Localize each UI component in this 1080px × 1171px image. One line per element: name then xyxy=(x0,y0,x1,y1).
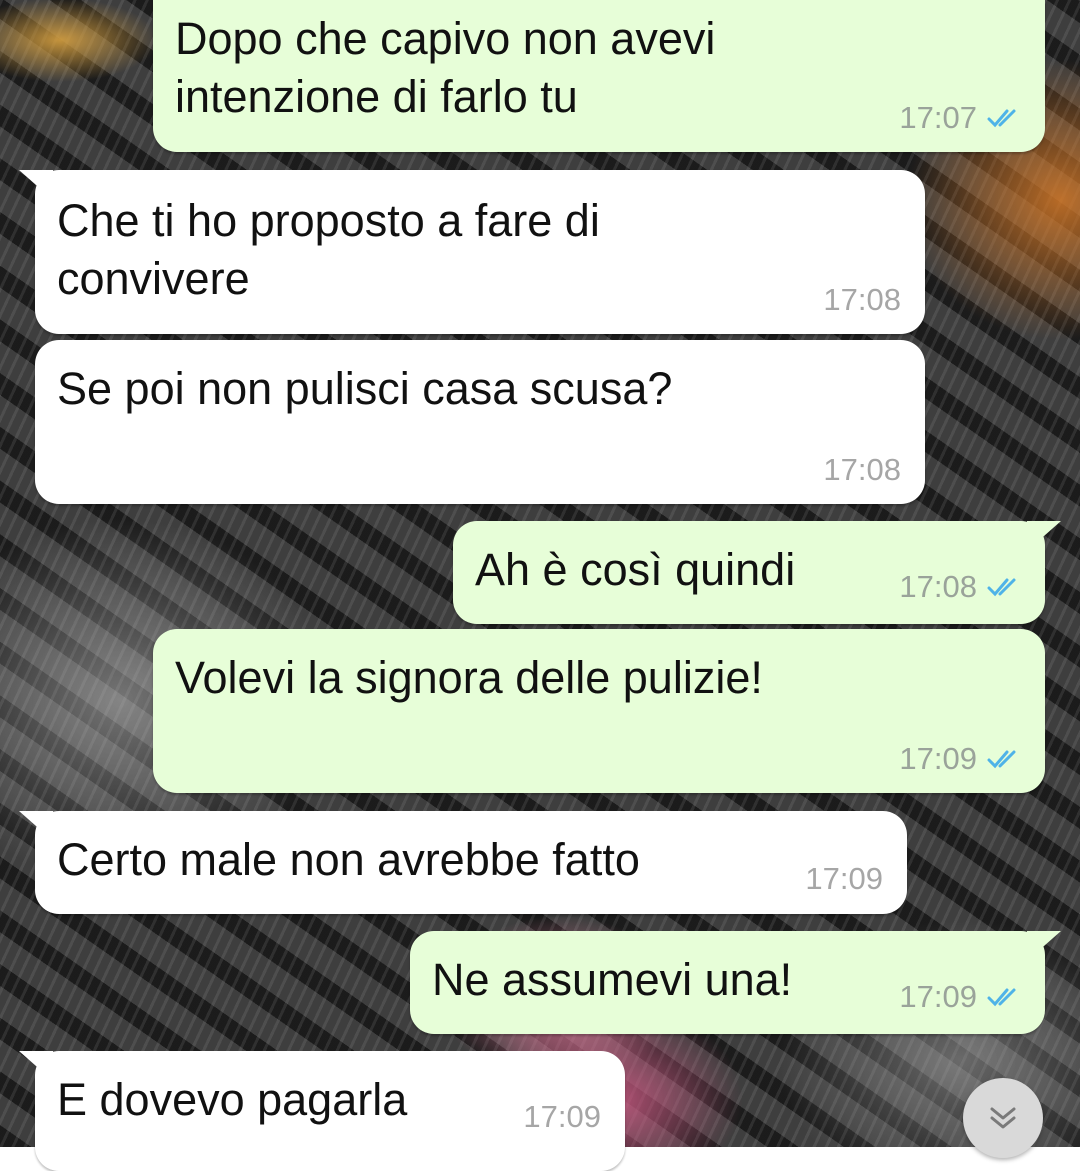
message-text: Ne assumevi una! xyxy=(432,954,793,1005)
message-text: Dopo che capivo non avevi intenzione di … xyxy=(175,13,716,122)
message-meta: 17:09 xyxy=(805,861,883,897)
message-text: Se poi non pulisci casa scusa? xyxy=(57,363,673,414)
message-bubble-outgoing[interactable]: Ne assumevi una! 17:09 xyxy=(410,931,1061,1034)
message-time: 17:08 xyxy=(899,569,977,604)
message-meta: 17:09 xyxy=(523,1099,601,1135)
message-time: 17:07 xyxy=(899,100,977,135)
message-bubble-outgoing[interactable]: Volevi la signora delle pulizie! 17:09 xyxy=(153,629,1045,793)
double-check-icon xyxy=(987,988,1016,1007)
message-time: 17:09 xyxy=(523,1099,601,1134)
message-bubble-incoming[interactable]: E dovevo pagarla 17:09 xyxy=(19,1051,625,1171)
message-bubble-incoming[interactable]: Se poi non pulisci casa scusa? 17:08 xyxy=(35,340,925,504)
message-meta: 17:08 xyxy=(899,569,1021,605)
message-bubble-incoming[interactable]: Che ti ho proposto a fare di convivere 1… xyxy=(19,170,925,334)
message-bubble-outgoing[interactable]: Ah è così quindi 17:08 xyxy=(453,521,1061,624)
message-text: Certo male non avrebbe fatto xyxy=(57,834,640,885)
message-time: 17:08 xyxy=(823,452,901,487)
message-text: Volevi la signora delle pulizie! xyxy=(175,652,763,703)
double-check-icon xyxy=(987,750,1016,769)
message-bubble-outgoing[interactable]: Dopo che capivo non avevi intenzione di … xyxy=(153,0,1045,152)
message-time: 17:09 xyxy=(899,741,977,776)
message-meta: 17:08 xyxy=(823,452,901,488)
message-text: Che ti ho proposto a fare di convivere xyxy=(57,195,600,304)
double-check-icon xyxy=(987,109,1016,128)
double-chevron-down-icon xyxy=(990,1107,1016,1129)
message-time: 17:08 xyxy=(823,282,901,317)
message-text: E dovevo pagarla xyxy=(57,1074,408,1125)
message-time: 17:09 xyxy=(805,861,883,896)
message-bubble-incoming[interactable]: Certo male non avrebbe fatto 17:09 xyxy=(19,811,907,914)
scroll-to-bottom-button[interactable] xyxy=(963,1078,1043,1158)
message-meta: 17:07 xyxy=(899,100,1021,136)
double-check-icon xyxy=(987,578,1016,597)
message-meta: 17:08 xyxy=(823,282,901,318)
message-time: 17:09 xyxy=(899,979,977,1014)
message-text: Ah è così quindi xyxy=(475,544,796,595)
message-meta: 17:09 xyxy=(899,979,1021,1015)
message-meta: 17:09 xyxy=(899,741,1021,777)
